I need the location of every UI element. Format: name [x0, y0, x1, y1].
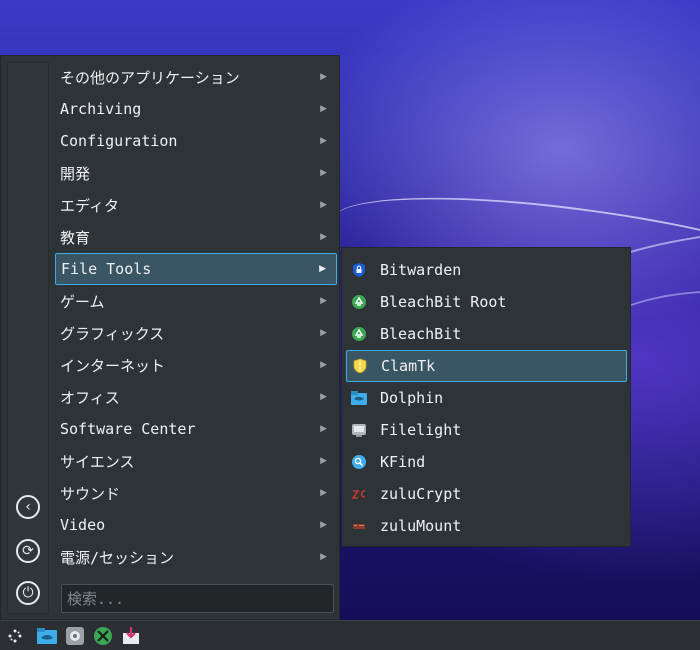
chevron-right-icon: ▶: [320, 328, 327, 338]
category-label: オフィス: [60, 388, 120, 407]
app-zulumount[interactable]: zuluMount: [346, 510, 627, 542]
app-label: BleachBit: [380, 325, 462, 343]
app-list: Bitwarden BleachBit Root BleachBit ClamT…: [346, 254, 627, 542]
settings-taskbar-icon[interactable]: [64, 626, 86, 646]
zulumount-icon: [350, 517, 368, 535]
app-zulucrypt[interactable]: zuluCrypt: [346, 478, 627, 510]
chevron-right-icon: ▶: [320, 360, 327, 370]
app-label: BleachBit Root: [380, 293, 507, 311]
chevron-right-icon: ▶: [320, 392, 327, 402]
dolphin-taskbar-icon[interactable]: [36, 626, 58, 646]
category-games[interactable]: ゲーム ▶: [55, 285, 337, 317]
app-dolphin[interactable]: Dolphin: [346, 382, 627, 414]
zulucrypt-icon: [350, 485, 368, 503]
category-sound[interactable]: サウンド ▶: [55, 477, 337, 509]
application-menu: ‹ ⟳ ⏻ その他のアプリケーション ▶ Archiving ▶ Configura…: [0, 55, 340, 620]
kfind-search-icon: [350, 453, 368, 471]
chevron-right-icon: ▶: [320, 552, 327, 562]
power-icon[interactable]: ⏻: [16, 581, 40, 605]
app-label: Bitwarden: [380, 261, 462, 279]
category-list: その他のアプリケーション ▶ Archiving ▶ Configuration ▶ …: [55, 61, 337, 573]
xbox-taskbar-icon[interactable]: [92, 626, 114, 646]
category-label: 開発: [60, 164, 91, 183]
bleachbit-icon: [350, 325, 368, 343]
category-label: 教育: [60, 228, 91, 247]
clamtk-shield-icon: [351, 357, 369, 375]
category-office[interactable]: オフィス ▶: [55, 381, 337, 413]
chevron-right-icon: ▶: [320, 296, 327, 306]
app-bleachbit-root[interactable]: BleachBit Root: [346, 286, 627, 318]
app-bleachbit[interactable]: BleachBit: [346, 318, 627, 350]
category-configuration[interactable]: Configuration ▶: [55, 125, 337, 157]
category-graphics[interactable]: グラフィックス ▶: [55, 317, 337, 349]
chevron-right-icon: ▶: [320, 424, 327, 434]
category-other-apps[interactable]: その他のアプリケーション ▶: [55, 61, 337, 93]
category-label: グラフィックス: [60, 324, 165, 343]
chevron-right-icon: ▶: [320, 456, 327, 466]
app-label: ClamTk: [381, 357, 436, 375]
app-bitwarden[interactable]: Bitwarden: [346, 254, 627, 286]
filelight-icon: [350, 421, 368, 439]
category-label: File Tools: [61, 260, 152, 278]
category-label: サイエンス: [60, 452, 135, 471]
search-input[interactable]: [61, 584, 334, 613]
back-arrow-glyph: ‹: [25, 499, 31, 515]
refresh-glyph: ⟳: [22, 543, 34, 559]
menu-side-rail: ‹ ⟳ ⏻: [7, 62, 49, 614]
category-label: Archiving: [60, 100, 142, 118]
app-filelight[interactable]: Filelight: [346, 414, 627, 446]
chevron-right-icon: ▶: [320, 232, 327, 242]
bleachbit-root-icon: [350, 293, 368, 311]
chevron-right-icon: ▶: [319, 264, 326, 274]
bitwarden-icon: [350, 261, 368, 279]
chevron-right-icon: ▶: [320, 72, 327, 82]
category-label: エディタ: [60, 196, 119, 215]
category-label: ゲーム: [60, 292, 105, 311]
category-development[interactable]: 開発 ▶: [55, 157, 337, 189]
file-tools-submenu: Bitwarden BleachBit Root BleachBit ClamT…: [341, 247, 631, 547]
refresh-icon[interactable]: ⟳: [16, 539, 40, 563]
app-label: zuluMount: [380, 517, 462, 535]
app-label: Filelight: [380, 421, 462, 439]
taskbar: [0, 620, 700, 650]
app-clamtk[interactable]: ClamTk: [346, 350, 627, 382]
back-arrow-icon[interactable]: ‹: [16, 495, 40, 519]
category-label: インターネット: [60, 356, 166, 375]
category-science[interactable]: サイエンス ▶: [55, 445, 337, 477]
category-education[interactable]: 教育 ▶: [55, 221, 337, 253]
power-glyph: ⏻: [22, 585, 34, 601]
app-launcher-icon[interactable]: [4, 626, 26, 646]
category-label: その他のアプリケーション: [60, 68, 240, 87]
chevron-right-icon: ▶: [320, 520, 327, 530]
chevron-right-icon: ▶: [320, 488, 327, 498]
chevron-right-icon: ▶: [320, 104, 327, 114]
chevron-right-icon: ▶: [320, 136, 327, 146]
app-kfind[interactable]: KFind: [346, 446, 627, 478]
category-internet[interactable]: インターネット ▶: [55, 349, 337, 381]
category-archiving[interactable]: Archiving ▶: [55, 93, 337, 125]
category-power-session[interactable]: 電源/セッション ▶: [55, 541, 337, 573]
chevron-right-icon: ▶: [320, 200, 327, 210]
category-label: 電源/セッション: [60, 548, 175, 567]
app-label: Dolphin: [380, 389, 444, 407]
installer-taskbar-icon[interactable]: [120, 626, 142, 646]
category-label: Configuration: [60, 132, 178, 150]
dolphin-folder-icon: [350, 389, 368, 407]
app-label: KFind: [380, 453, 426, 471]
category-label: Software Center: [60, 420, 196, 438]
category-label: サウンド: [60, 484, 121, 503]
category-editors[interactable]: エディタ ▶: [55, 189, 337, 221]
category-file-tools[interactable]: File Tools ▶: [55, 253, 337, 285]
category-label: Video: [60, 516, 106, 534]
category-video[interactable]: Video ▶: [55, 509, 337, 541]
chevron-right-icon: ▶: [320, 168, 327, 178]
category-software-center[interactable]: Software Center ▶: [55, 413, 337, 445]
app-label: zuluCrypt: [380, 485, 462, 503]
